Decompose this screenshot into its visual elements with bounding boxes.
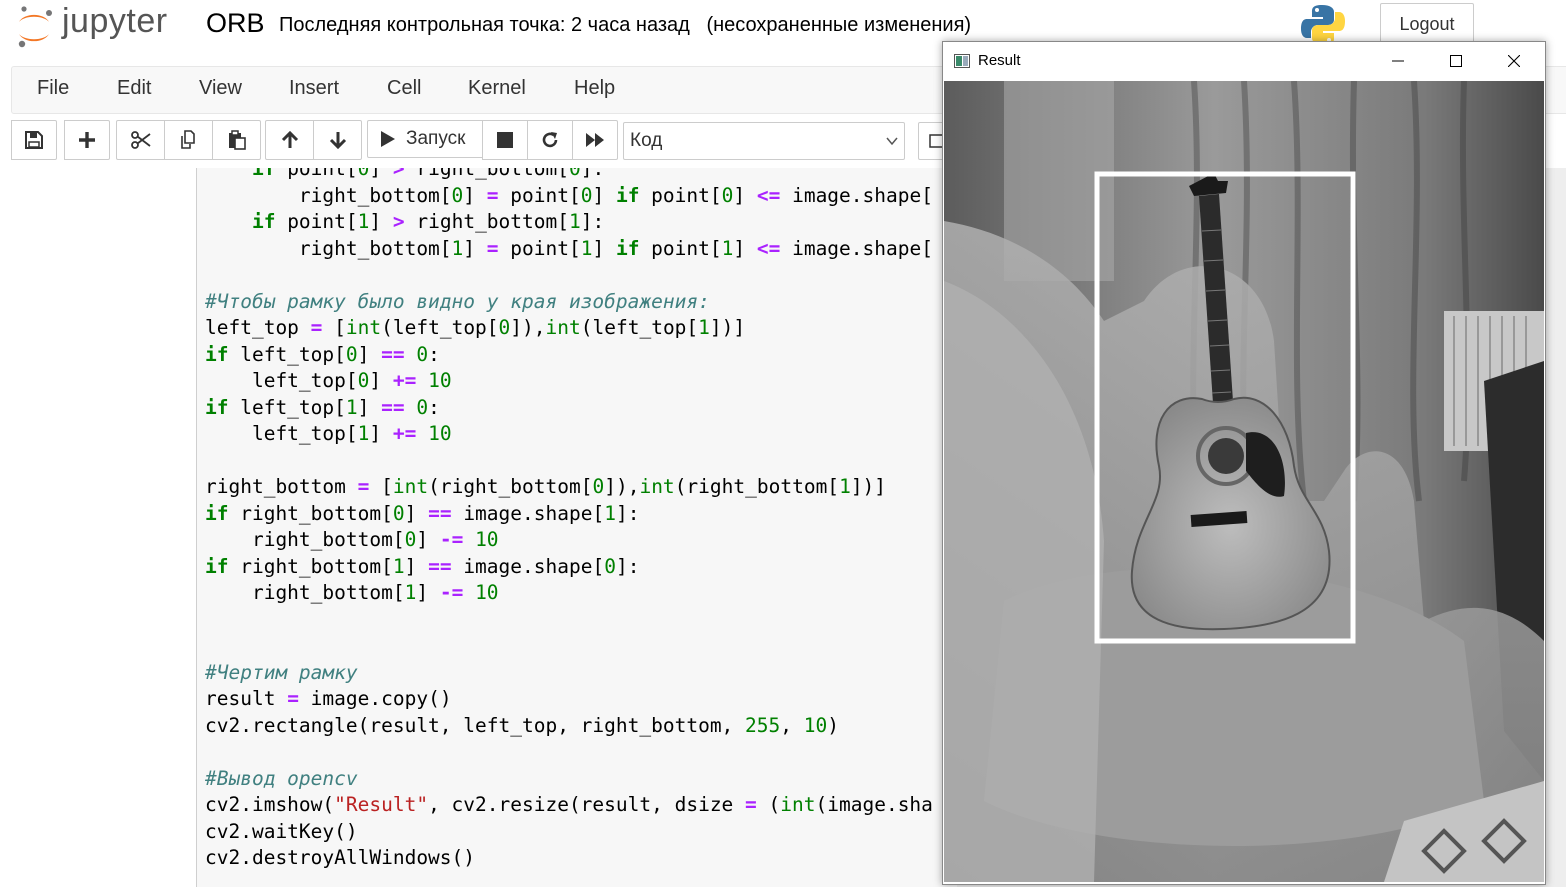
logout-button[interactable]: Logout xyxy=(1380,3,1474,45)
restart-button[interactable] xyxy=(527,120,573,160)
jupyter-logo-text[interactable]: jupyter xyxy=(62,2,168,41)
code-line: cv2.destroyAllWindows() xyxy=(205,846,476,869)
chevron-down-icon xyxy=(886,137,898,146)
plus-icon xyxy=(79,132,95,148)
code-line: #Чтобы рамку было видно у края изображен… xyxy=(205,289,710,313)
edit-group xyxy=(116,120,261,160)
code-line: right_bottom[0] = point[0] if point[0] <… xyxy=(205,183,933,207)
code-line: result = image.copy() xyxy=(205,687,452,710)
menu-kernel[interactable]: Kernel xyxy=(468,77,526,100)
play-icon xyxy=(381,131,395,147)
scissors-icon xyxy=(130,131,151,149)
code-cell-input[interactable]: if point[0] > right_bottom[0]: right_bot… xyxy=(196,168,957,887)
jupyter-logo-icon[interactable] xyxy=(16,4,54,48)
arrow-down-icon xyxy=(329,132,346,149)
interrupt-button[interactable] xyxy=(482,120,528,160)
code-line: if point[0] > right_bottom[0]: xyxy=(251,168,605,180)
stop-icon xyxy=(497,132,513,148)
paste-icon xyxy=(228,130,246,150)
maximize-icon xyxy=(1450,55,1462,67)
move-group xyxy=(265,120,362,160)
run-group: Запуск xyxy=(367,120,618,160)
code-line: if point[1] > right_bottom[1]: xyxy=(251,210,605,233)
close-icon xyxy=(1508,55,1520,67)
cell-type-select[interactable]: Код xyxy=(623,122,905,160)
arrow-up-icon xyxy=(281,131,298,148)
code-line: cv2.waitKey() xyxy=(205,819,358,843)
menu-cell[interactable]: Cell xyxy=(387,77,421,100)
guitar-photo xyxy=(944,81,1544,882)
run-button[interactable]: Запуск xyxy=(367,120,483,158)
code-editor[interactable]: if point[0] > right_bottom[0]: right_bot… xyxy=(205,168,933,872)
code-line: right_bottom[1] -= 10 xyxy=(205,581,499,604)
cell-prompt-area xyxy=(0,168,196,887)
paste-button[interactable] xyxy=(212,120,261,160)
result-titlebar[interactable]: Result xyxy=(943,42,1545,80)
app-window-icon xyxy=(954,54,970,68)
result-image xyxy=(944,81,1544,882)
move-up-button[interactable] xyxy=(265,120,314,160)
maximize-button[interactable] xyxy=(1427,42,1485,80)
code-line: #Вывод opencv xyxy=(205,766,358,790)
code-line: cv2.rectangle(result, left_top, right_bo… xyxy=(205,713,839,737)
restart-icon xyxy=(542,132,558,148)
result-window[interactable]: Result xyxy=(942,41,1546,885)
code-line: right_bottom[0] -= 10 xyxy=(205,528,499,551)
code-line: if right_bottom[0] == image.shape[1]: xyxy=(205,501,640,525)
menu-help[interactable]: Help xyxy=(574,77,615,100)
code-line: left_top[0] += 10 xyxy=(205,369,452,392)
menu-edit[interactable]: Edit xyxy=(117,77,151,100)
menu-insert[interactable]: Insert xyxy=(289,77,339,100)
save-icon xyxy=(25,131,43,149)
code-line: if left_top[0] == 0: xyxy=(205,342,440,366)
save-button[interactable] xyxy=(11,120,57,160)
move-down-button[interactable] xyxy=(313,120,362,160)
insert-group xyxy=(64,120,110,160)
code-line: right_bottom = [int(right_bottom[0]),int… xyxy=(205,475,887,498)
code-line: if right_bottom[1] == image.shape[0]: xyxy=(205,554,640,578)
result-window-title: Result xyxy=(978,52,1021,69)
cell-type-value: Код xyxy=(630,130,663,151)
menu-file[interactable]: File xyxy=(37,77,69,100)
fast-forward-icon xyxy=(586,133,604,147)
notebook-name[interactable]: ORB xyxy=(206,8,265,39)
cut-button[interactable] xyxy=(116,120,165,160)
checkpoint-status: Последняя контрольная точка: 2 часа наза… xyxy=(279,14,972,36)
code-line: #Чертим рамку xyxy=(205,660,358,684)
run-label: Запуск xyxy=(406,128,466,149)
minimize-icon xyxy=(1392,60,1404,62)
copy-icon xyxy=(180,130,195,149)
insert-cell-button[interactable] xyxy=(64,120,110,160)
run-all-button[interactable] xyxy=(572,120,618,160)
copy-button[interactable] xyxy=(164,120,213,160)
code-line: cv2.imshow("Result", cv2.resize(result, … xyxy=(205,793,933,816)
close-button[interactable] xyxy=(1485,42,1543,80)
code-line: right_bottom[1] = point[1] if point[1] <… xyxy=(205,236,933,260)
save-group xyxy=(11,120,57,160)
code-line: left_top = [int(left_top[0]),int(left_to… xyxy=(205,316,746,339)
code-line: if left_top[1] == 0: xyxy=(205,395,440,419)
code-line: left_top[1] += 10 xyxy=(205,422,452,445)
menu-view[interactable]: View xyxy=(199,77,242,100)
minimize-button[interactable] xyxy=(1369,42,1427,80)
